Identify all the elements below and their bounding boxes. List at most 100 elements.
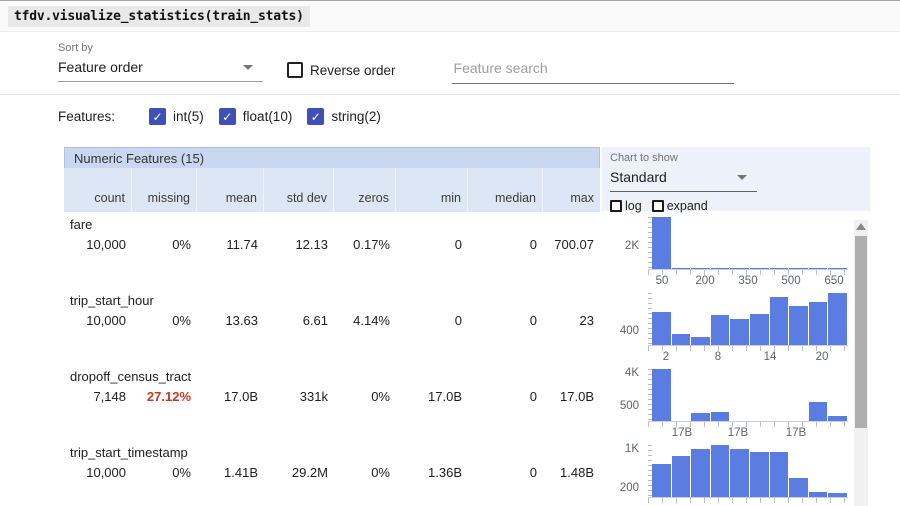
x-axis-labels: 50200350500650 [648, 274, 848, 287]
checkbox-unchecked-icon[interactable] [287, 62, 303, 78]
feature-search-input[interactable] [452, 58, 734, 84]
chevron-down-icon [737, 175, 747, 180]
sort-by-field: Sort by Feature order [58, 42, 263, 82]
table-title: Numeric Features (15) [64, 147, 600, 168]
histogram-bar [652, 312, 671, 345]
stat-max: 700.07 [543, 237, 600, 253]
chart-type-value: Standard [610, 169, 667, 185]
filter-string[interactable]: ✓ string(2) [307, 108, 381, 125]
reverse-order-checkbox[interactable]: Reverse order [287, 62, 396, 78]
y-axis-labels: 2K [602, 217, 646, 269]
plot-area: 281420 [648, 293, 848, 363]
y-tick-label: 1K [625, 443, 639, 455]
histogram-bar [711, 445, 730, 497]
chart-to-show-label: Chart to show [610, 152, 862, 164]
stat-min: 1.36B [396, 465, 468, 481]
histogram-bar [750, 314, 769, 345]
checkmark-icon: ✓ [311, 111, 321, 123]
sort-by-label: Sort by [58, 42, 263, 54]
reverse-order-label: Reverse order [310, 63, 396, 78]
stat-max: 1.48B [543, 465, 600, 481]
stat-missing: 0% [132, 313, 197, 329]
filter-string-label: string(2) [331, 109, 381, 124]
column-header-min: min [396, 168, 468, 212]
stat-min: 17.0B [396, 389, 468, 405]
filter-int[interactable]: ✓ int(5) [149, 108, 204, 125]
sort-by-select[interactable]: Feature order [58, 57, 263, 82]
feature-name: fare [64, 217, 600, 232]
checkmark-icon: ✓ [153, 111, 163, 123]
feature-stats: 10,000 0% 11.74 12.13 0.17% 0 0 700.07 [64, 237, 600, 253]
feature-name: trip_start_hour [64, 293, 600, 308]
sort-by-value: Feature order [58, 59, 143, 75]
plot-area [648, 445, 848, 506]
histogram-bar [730, 319, 749, 345]
histogram-bar [809, 402, 828, 421]
feature-name: dropoff_census_tract [64, 369, 600, 384]
feature-stats: 10,000 0% 13.63 6.61 4.14% 0 0 23 [64, 313, 600, 329]
checkbox-checked-icon[interactable]: ✓ [307, 108, 324, 125]
y-axis-labels: 400 [602, 293, 646, 345]
histogram-trip-start-hour: 400 281420 [602, 287, 870, 363]
x-axis-labels: 17B17B17B [648, 426, 848, 439]
stat-min: 0 [396, 313, 468, 329]
x-tick-label: 350 [738, 275, 757, 287]
code-text[interactable]: tfdv.visualize_statistics(train_stats) [8, 6, 310, 27]
histogram-bars [652, 217, 848, 269]
stat-stddev: 29.2M [264, 465, 334, 481]
column-header-mean: mean [197, 168, 264, 212]
histogram-dropoff-census-tract: 4K 500 17B17B17B [602, 363, 870, 439]
stat-median: 0 [468, 313, 543, 329]
feature-stats: 7,148 27.12% 17.0B 331k 0% 17.0B 0 17.0B [64, 389, 600, 405]
main-content: Numeric Features (15) count missing mean… [0, 147, 900, 506]
stat-count: 7,148 [64, 389, 132, 405]
table-column-headers: count missing mean std dev zeros min med… [64, 168, 600, 212]
x-tick-label: 500 [781, 275, 800, 287]
y-tick-label: 2K [625, 240, 639, 252]
histogram-bar [691, 337, 710, 345]
column-header-count: count [64, 168, 132, 212]
numeric-features-table: Numeric Features (15) count missing mean… [64, 147, 600, 506]
checkbox-checked-icon[interactable]: ✓ [219, 108, 236, 125]
histograms-list: 2K 50200350500650 400 [602, 211, 870, 506]
vertical-scrollbar[interactable] [854, 220, 868, 506]
y-tick-label: 4K [625, 367, 639, 379]
histogram-bar [809, 302, 828, 345]
x-tick-label: 20 [816, 351, 829, 363]
filter-float[interactable]: ✓ float(10) [219, 108, 293, 125]
scroll-up-icon[interactable] [856, 223, 866, 230]
stat-mean: 11.74 [197, 237, 264, 253]
stat-count: 10,000 [64, 237, 132, 253]
column-header-max: max [543, 168, 600, 212]
stat-mean: 1.41B [197, 465, 264, 481]
histogram-bar [652, 217, 671, 269]
scrollbar-thumb[interactable] [855, 236, 867, 428]
y-tick-label: 400 [620, 325, 639, 337]
x-tick-label: 8 [715, 351, 721, 363]
tfdv-statistics-widget: tfdv.visualize_statistics(train_stats) S… [0, 0, 900, 506]
histogram-bars [652, 293, 848, 345]
stat-zeros: 4.14% [334, 313, 396, 329]
y-axis-labels: 1K200 [602, 445, 646, 497]
histogram-bar [750, 452, 769, 497]
filter-float-label: float(10) [243, 109, 293, 124]
checkbox-checked-icon[interactable]: ✓ [149, 108, 166, 125]
stat-missing: 0% [132, 237, 197, 253]
stat-median: 0 [468, 465, 543, 481]
histogram-bar [730, 449, 749, 497]
histogram-bar [691, 413, 710, 421]
y-axis-labels: 4K 500 [602, 369, 646, 421]
histogram-bar [711, 412, 730, 421]
histogram-bar [652, 464, 671, 497]
histogram-bars [652, 369, 848, 421]
charts-panel: Chart to show Standard log expand [602, 147, 870, 506]
x-axis-labels: 281420 [648, 350, 848, 363]
stat-min: 0 [396, 237, 468, 253]
chart-to-show-panel: Chart to show Standard log expand [602, 147, 870, 211]
y-tick-label: 500 [620, 400, 639, 412]
chart-type-select[interactable]: Standard [610, 167, 757, 192]
plot-area: 17B17B17B [648, 369, 848, 439]
chevron-down-icon [243, 65, 253, 70]
histogram-bar [672, 456, 691, 497]
histogram-bar [789, 478, 808, 497]
